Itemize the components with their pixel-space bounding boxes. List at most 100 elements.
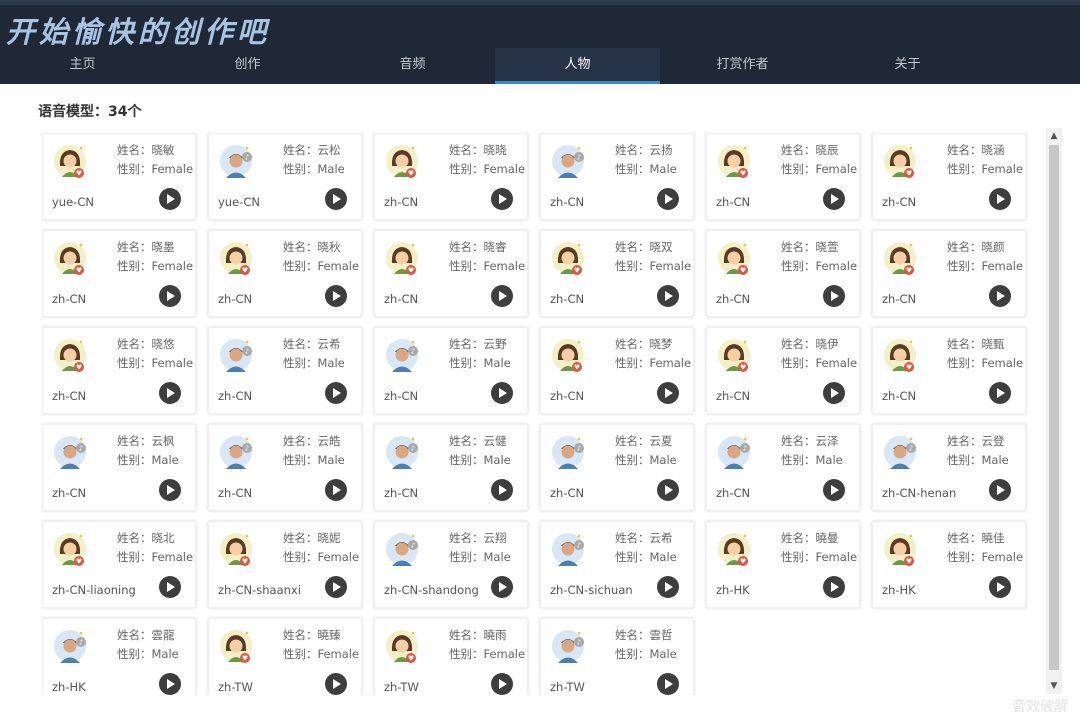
svg-text:♪: ♪ (411, 445, 415, 453)
play-icon[interactable] (325, 673, 347, 695)
tab-audio[interactable]: 音频 (330, 48, 495, 84)
play-icon[interactable] (989, 285, 1011, 307)
voice-name: 姓名：云枫 (117, 433, 175, 449)
voice-locale: zh-CN (716, 486, 751, 500)
play-icon[interactable] (657, 188, 679, 210)
play-icon[interactable] (989, 188, 1011, 210)
play-icon[interactable] (823, 188, 845, 210)
play-icon[interactable] (325, 576, 347, 598)
voice-card[interactable]: ♥ 姓名：晓双 性别：Female zh-CN (540, 230, 694, 317)
play-icon[interactable] (159, 479, 181, 501)
male-avatar-icon: ♪ (219, 144, 253, 178)
gender-value: Male (151, 647, 179, 661)
voice-card[interactable]: ♪ 姓名：雲哲 性别：Male zh-TW (540, 618, 694, 695)
voice-name: 姓名：晓秋 (283, 239, 341, 255)
voice-name: 姓名：晓悠 (117, 336, 175, 352)
play-icon[interactable] (989, 382, 1011, 404)
voice-card[interactable]: ♪ 姓名：云扬 性别：Male zh-CN (540, 133, 694, 220)
voice-card[interactable]: ♪ 姓名：云翔 性别：Male zh-CN-shandong (374, 521, 528, 608)
play-icon[interactable] (989, 576, 1011, 598)
play-icon[interactable] (491, 285, 513, 307)
play-icon[interactable] (657, 382, 679, 404)
voice-card[interactable]: ♥ 姓名：晓颜 性别：Female zh-CN (872, 230, 1026, 317)
voice-card[interactable]: ♥ 姓名：曉雨 性别：Female zh-TW (374, 618, 528, 695)
play-icon[interactable] (159, 576, 181, 598)
svg-text:♪: ♪ (411, 542, 415, 550)
vertical-scrollbar[interactable]: ▲ ▼ (1046, 128, 1062, 694)
voice-gender: 性别：Male (615, 646, 677, 662)
play-icon[interactable] (325, 382, 347, 404)
play-icon[interactable] (657, 285, 679, 307)
play-icon[interactable] (491, 188, 513, 210)
play-icon[interactable] (159, 188, 181, 210)
voice-card[interactable]: ♥ 姓名：晓秋 性别：Female zh-CN (208, 230, 362, 317)
voice-card[interactable]: ♥ 姓名：晓伊 性别：Female zh-CN (706, 327, 860, 414)
play-icon[interactable] (159, 382, 181, 404)
voice-card[interactable]: ♪ 姓名：云登 性别：Male zh-CN-henan (872, 424, 1026, 511)
app-header: 开始愉快的创作吧 主页 创作 音频 人物 打赏作者 关于 (0, 0, 1080, 84)
play-icon[interactable] (491, 576, 513, 598)
scroll-down-arrow-icon[interactable]: ▼ (1046, 678, 1062, 694)
voice-card[interactable]: ♪ 姓名：云皓 性别：Male zh-CN (208, 424, 362, 511)
voice-card[interactable]: ♥ 姓名：晓涵 性别：Female zh-CN (872, 133, 1026, 220)
voice-card[interactable]: ♥ 姓名：晓甄 性别：Female zh-CN (872, 327, 1026, 414)
scroll-thumb[interactable] (1049, 145, 1059, 670)
name-value: 晓秋 (317, 240, 341, 254)
voice-card[interactable]: ♥ 姓名：晓梦 性别：Female zh-CN (540, 327, 694, 414)
voice-card[interactable]: ♥ 姓名：晓睿 性别：Female zh-CN (374, 230, 528, 317)
voice-locale: zh-TW (550, 680, 585, 694)
voice-card[interactable]: ♥ 姓名：曉臻 性别：Female zh-TW (208, 618, 362, 695)
play-icon[interactable] (823, 479, 845, 501)
play-icon[interactable] (159, 285, 181, 307)
gender-value: Female (317, 259, 360, 273)
voice-card[interactable]: ♥ 姓名：晓墨 性别：Female zh-CN (42, 230, 196, 317)
gender-label: 性别： (781, 259, 816, 273)
voice-card[interactable]: ♥ 姓名：晓妮 性别：Female zh-CN-shaanxi (208, 521, 362, 608)
tab-home[interactable]: 主页 (0, 48, 165, 84)
gender-label: 性别： (781, 162, 816, 176)
play-icon[interactable] (159, 673, 181, 695)
svg-text:♪: ♪ (245, 154, 249, 162)
voice-card[interactable]: ♥ 姓名：晓敏 性别：Female yue-CN (42, 133, 196, 220)
voice-card[interactable]: ♥ 姓名：晓悠 性别：Female zh-CN (42, 327, 196, 414)
play-icon[interactable] (657, 673, 679, 695)
voice-card[interactable]: ♥ 姓名：晓萱 性别：Female zh-CN (706, 230, 860, 317)
voice-card[interactable]: ♪ 姓名：云松 性别：Male yue-CN (208, 133, 362, 220)
play-icon[interactable] (491, 479, 513, 501)
voice-card[interactable]: ♥ 姓名：晓辰 性别：Female zh-CN (706, 133, 860, 220)
voice-card[interactable]: ♪ 姓名：云枫 性别：Male zh-CN (42, 424, 196, 511)
play-icon[interactable] (823, 382, 845, 404)
tab-characters[interactable]: 人物 (495, 48, 660, 84)
svg-text:♥: ♥ (76, 267, 82, 275)
female-avatar-icon: ♥ (219, 629, 253, 663)
voice-card[interactable]: ♪ 姓名：云希 性别：Male zh-CN (208, 327, 362, 414)
gender-label: 性别： (117, 453, 152, 467)
voice-card[interactable]: ♪ 姓名：云野 性别：Male zh-CN (374, 327, 528, 414)
voice-card[interactable]: ♪ 姓名：雲龍 性别：Male zh-HK (42, 618, 196, 695)
voice-gender: 性别：Female (781, 355, 857, 371)
play-icon[interactable] (657, 576, 679, 598)
tab-donate[interactable]: 打赏作者 (660, 48, 825, 84)
voice-card[interactable]: ♥ 姓名：曉曼 性别：Female zh-HK (706, 521, 860, 608)
voice-card[interactable]: ♪ 姓名：云希 性别：Male zh-CN-sichuan (540, 521, 694, 608)
play-icon[interactable] (491, 673, 513, 695)
voice-card[interactable]: ♪ 姓名：云泽 性别：Male zh-CN (706, 424, 860, 511)
play-icon[interactable] (989, 479, 1011, 501)
tab-about[interactable]: 关于 (825, 48, 990, 84)
voice-card[interactable]: ♪ 姓名：云夏 性别：Male zh-CN (540, 424, 694, 511)
voice-name: 姓名：晓敏 (117, 142, 175, 158)
play-icon[interactable] (823, 576, 845, 598)
voice-card[interactable]: ♥ 姓名：晓晓 性别：Female zh-CN (374, 133, 528, 220)
play-icon[interactable] (325, 479, 347, 501)
gender-label: 性别： (615, 647, 650, 661)
play-icon[interactable] (325, 188, 347, 210)
play-icon[interactable] (491, 382, 513, 404)
play-icon[interactable] (657, 479, 679, 501)
voice-card[interactable]: ♥ 姓名：曉佳 性别：Female zh-HK (872, 521, 1026, 608)
play-icon[interactable] (823, 285, 845, 307)
tab-create[interactable]: 创作 (165, 48, 330, 84)
scroll-up-arrow-icon[interactable]: ▲ (1046, 128, 1062, 144)
voice-card[interactable]: ♪ 姓名：云健 性别：Male zh-CN (374, 424, 528, 511)
voice-card[interactable]: ♥ 姓名：晓北 性别：Female zh-CN-liaoning (42, 521, 196, 608)
play-icon[interactable] (325, 285, 347, 307)
